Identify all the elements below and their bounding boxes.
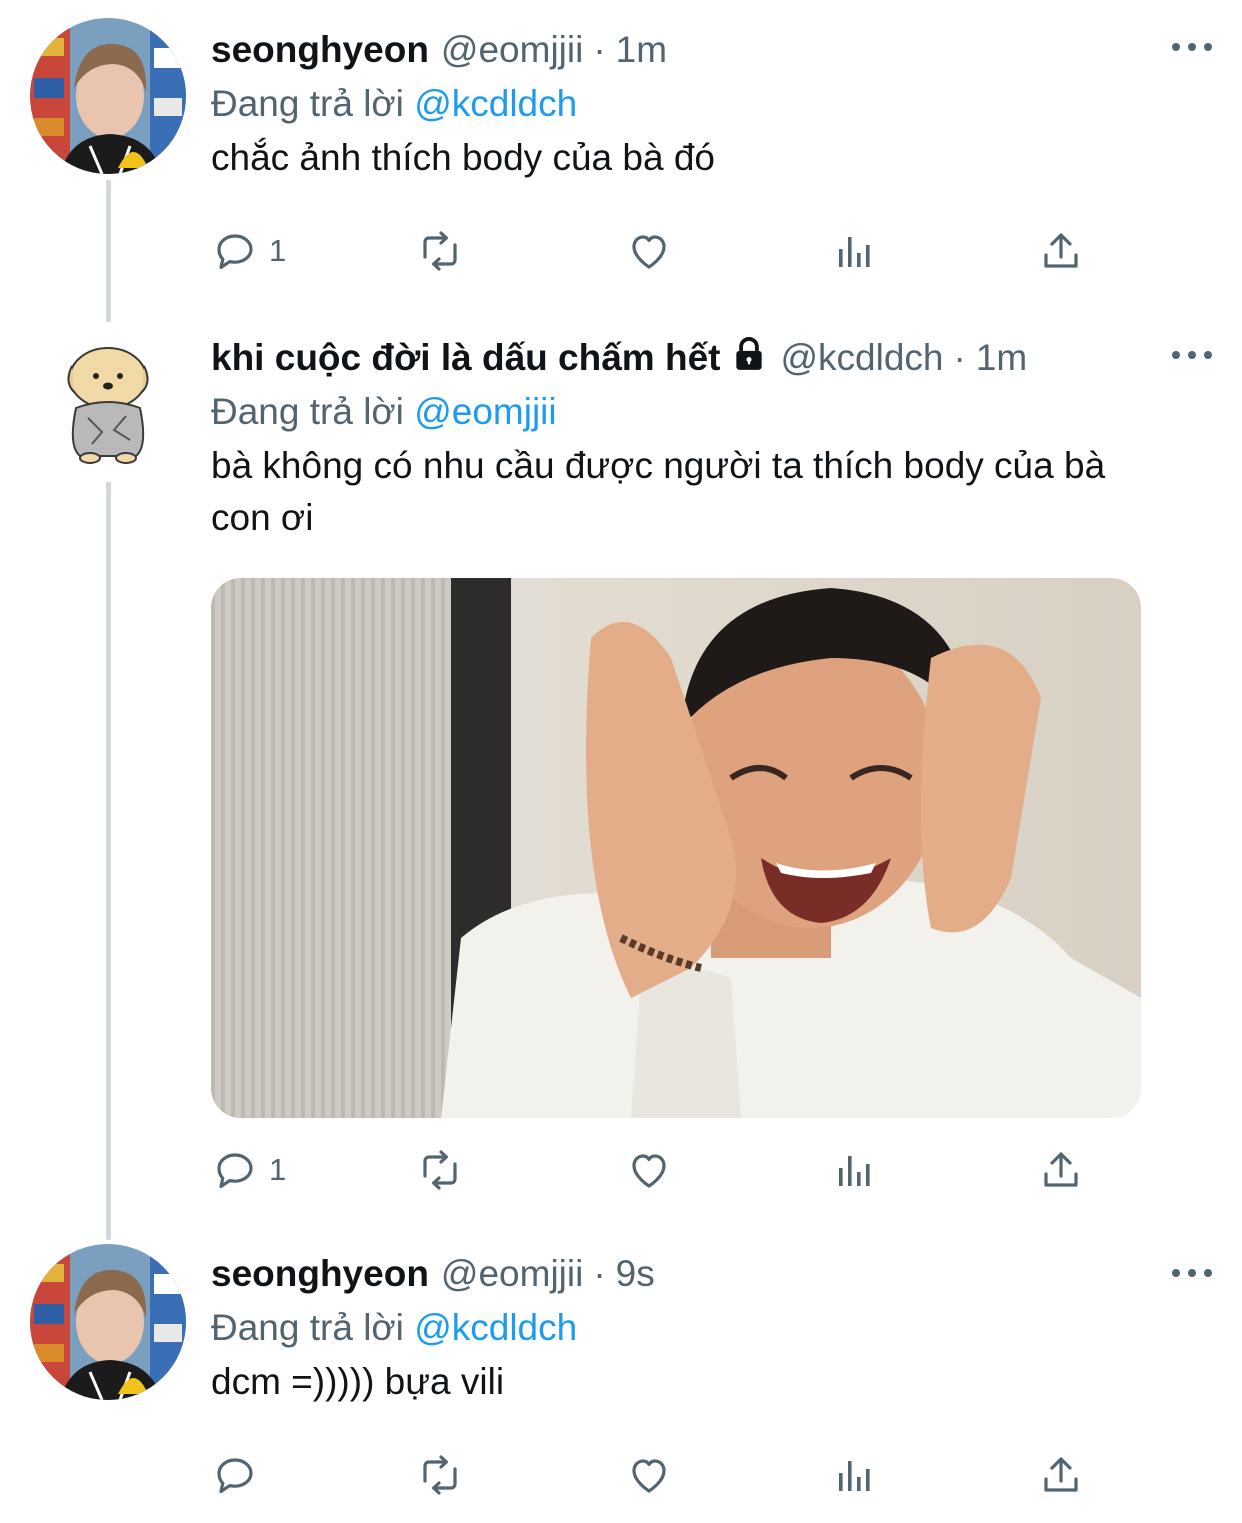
replying-prefix: Đang trả lời <box>211 1307 404 1348</box>
tweet-actions: 1 <box>211 223 1091 279</box>
timestamp[interactable]: 1m <box>976 337 1027 379</box>
tweet-header: seonghyeon @eomjjii · 1m <box>211 22 1212 78</box>
tweet-actions <box>211 1447 1091 1503</box>
tweet-media-image[interactable] <box>211 578 1141 1118</box>
reply-icon <box>217 1153 253 1188</box>
replying-prefix: Đang trả lời <box>211 391 404 432</box>
display-name[interactable]: khi cuộc đời là dấu chấm hết <box>211 337 720 379</box>
views-button[interactable] <box>831 223 879 279</box>
handle[interactable]: @eomjjii <box>441 29 583 71</box>
views-button[interactable] <box>831 1447 879 1503</box>
reply-count: 1 <box>269 1152 287 1187</box>
tweet-header: seonghyeon @eomjjii · 9s <box>211 1246 1212 1302</box>
avatar[interactable] <box>30 1244 186 1400</box>
retweet-icon <box>423 231 457 271</box>
share-button[interactable] <box>1037 223 1085 279</box>
reply-button[interactable]: 1 <box>211 1142 286 1198</box>
avatar[interactable] <box>30 18 186 174</box>
views-icon <box>839 237 870 267</box>
display-name[interactable]: seonghyeon <box>211 1253 429 1295</box>
replying-to: Đang trả lời @kcdldch <box>211 1302 1212 1354</box>
tweet-text: dcm =))))) bựa vili <box>211 1361 505 1402</box>
share-button[interactable] <box>1037 1447 1085 1503</box>
heart-icon <box>632 1154 666 1188</box>
retweet-button[interactable] <box>416 223 464 279</box>
reply-count: 1 <box>269 233 287 268</box>
retweet-icon <box>423 1455 457 1495</box>
handle[interactable]: @kcdldch <box>780 337 943 379</box>
separator: · <box>593 1253 606 1294</box>
replying-to: Đang trả lời @eomjjii <box>211 386 1212 438</box>
like-button[interactable] <box>625 223 673 279</box>
reply-icon <box>217 1458 253 1493</box>
avatar[interactable] <box>30 326 186 482</box>
views-icon <box>839 1461 870 1491</box>
tweet-text: chắc ảnh thích body của bà đó <box>211 137 715 178</box>
separator: · <box>593 29 606 70</box>
like-button[interactable] <box>625 1142 673 1198</box>
reply-button[interactable] <box>211 1447 269 1503</box>
replying-prefix: Đang trả lời <box>211 83 404 124</box>
reply-button[interactable]: 1 <box>211 223 286 279</box>
share-icon <box>1044 233 1078 268</box>
heart-icon <box>632 235 666 269</box>
mention-link[interactable]: @eomjjii <box>414 391 556 432</box>
display-name[interactable]: seonghyeon <box>211 29 429 71</box>
lock-icon <box>730 335 768 382</box>
separator: · <box>953 337 966 378</box>
heart-icon <box>632 1459 666 1493</box>
share-icon <box>1044 1457 1078 1492</box>
handle[interactable]: @eomjjii <box>441 1253 583 1295</box>
share-button[interactable] <box>1037 1142 1085 1198</box>
views-icon <box>839 1156 870 1186</box>
views-button[interactable] <box>831 1142 879 1198</box>
mention-link[interactable]: @kcdldch <box>414 83 577 124</box>
tweet-text: bà không có nhu cầu được người ta thích … <box>211 445 1106 538</box>
timestamp[interactable]: 9s <box>616 1253 655 1295</box>
like-button[interactable] <box>625 1447 673 1503</box>
timestamp[interactable]: 1m <box>616 29 667 71</box>
replying-to: Đang trả lời @kcdldch <box>211 78 1212 130</box>
tweet-actions: 1 <box>211 1142 1091 1198</box>
tweet-header: khi cuộc đời là dấu chấm hết @kcdldch · … <box>211 330 1212 386</box>
retweet-button[interactable] <box>416 1142 464 1198</box>
retweet-icon <box>423 1150 457 1190</box>
mention-link[interactable]: @kcdldch <box>414 1307 577 1348</box>
retweet-button[interactable] <box>416 1447 464 1503</box>
reply-icon <box>217 234 253 269</box>
share-icon <box>1044 1152 1078 1187</box>
